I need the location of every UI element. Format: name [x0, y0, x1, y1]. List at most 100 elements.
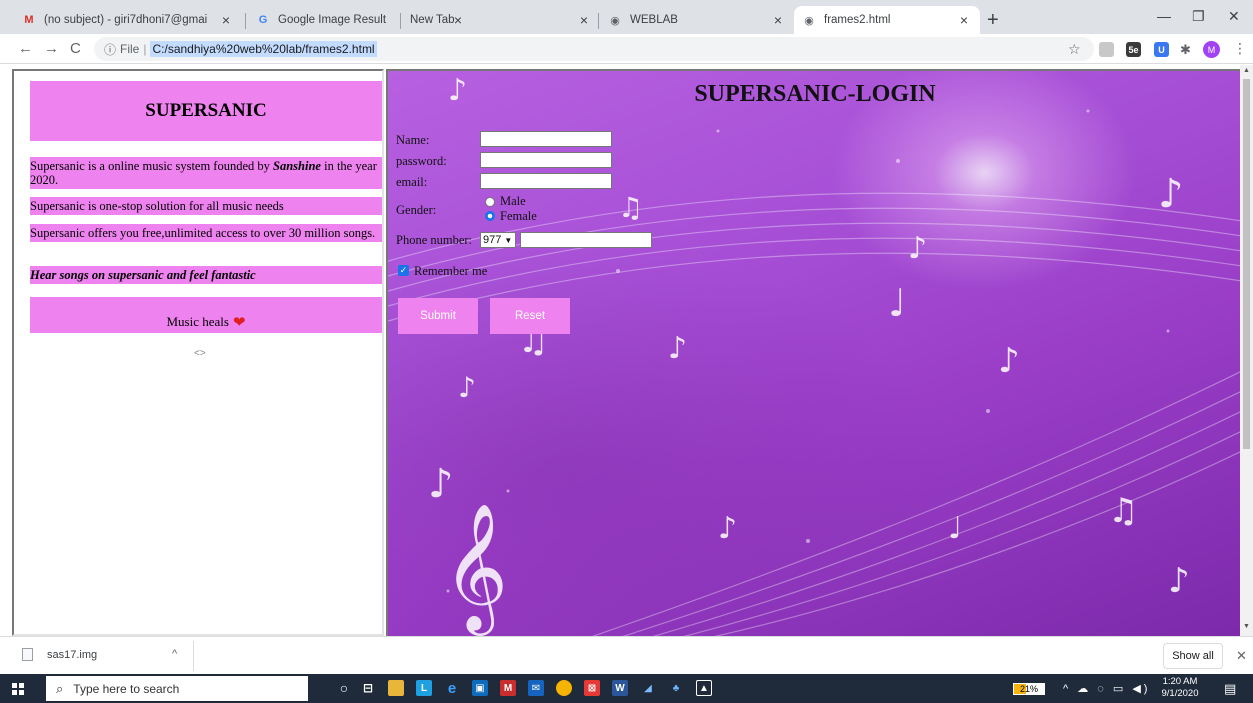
battery-indicator[interactable]: 21% [1013, 683, 1045, 695]
music-note-icon: ♫ [618, 191, 644, 224]
scroll-up-icon[interactable]: ▲ [1243, 67, 1250, 74]
file-icon [22, 648, 33, 661]
tab-separator [400, 13, 401, 29]
edge-icon[interactable]: e [444, 680, 460, 697]
globe-icon: ◉ [804, 14, 814, 27]
tab-title: New Tab [410, 14, 455, 26]
right-frame: ♪ ♫ ♪ ♪ ♫ ♪ ♪ ♪ ♩ ♪ 𝄞 ♪ ♫ ♩ ♪ SUPERSANIC… [386, 69, 1240, 636]
close-window-icon[interactable]: ✕ [1228, 8, 1240, 25]
mcafee-icon[interactable]: M [500, 680, 516, 696]
download-separator [193, 641, 194, 671]
tab-weblab[interactable]: ◉ WEBLAB × [600, 6, 794, 34]
tab-strip: M (no subject) - giri7dhoni7@gmai × G Go… [0, 0, 1253, 34]
music-note-icon: ♪ [908, 231, 928, 266]
left-frame: SUPERSANIC Supersanic is a online music … [12, 69, 384, 636]
music-note-icon: ♩ [888, 281, 906, 325]
info-icon[interactable]: ⓘ [104, 41, 116, 58]
female-label: Female [500, 209, 537, 223]
show-all-button[interactable]: Show all [1163, 643, 1223, 669]
system-tray-icons[interactable]: ^ ☁ ◌ ▭ ◀) [1063, 682, 1150, 695]
download-bar: sas17.img ^ Show all ✕ [0, 636, 1253, 674]
close-icon[interactable]: ✕ [1236, 648, 1247, 664]
puzzle-icon[interactable]: ✱ [1178, 42, 1193, 57]
close-icon[interactable]: × [576, 12, 592, 28]
extension-icon[interactable]: 5e [1126, 42, 1141, 57]
remember-checkbox[interactable]: ✓ [398, 265, 409, 276]
tab-gmail[interactable]: M (no subject) - giri7dhoni7@gmai × [14, 6, 242, 34]
tab-new-tab[interactable]: New Tab × [402, 6, 600, 34]
download-item[interactable]: sas17.img [22, 648, 97, 661]
music-note-icon: ♪ [668, 331, 688, 366]
new-tab-button[interactable]: + [987, 9, 999, 32]
gender-label: Gender: [396, 203, 437, 217]
address-bar[interactable]: ⓘ File | C:/sandhiya%20web%20lab/frames2… [94, 37, 1094, 61]
country-code-select[interactable]: 977 ▼ [480, 232, 516, 248]
submit-button[interactable]: Submit [398, 298, 478, 334]
music-heals-text: Music heals [166, 314, 229, 329]
close-icon[interactable]: × [770, 12, 786, 28]
country-code-value: 977 [483, 234, 502, 246]
profile-avatar[interactable]: M [1203, 41, 1220, 58]
clock[interactable]: 1:20 AM 9/1/2020 [1160, 676, 1200, 700]
phone-input[interactable] [520, 232, 652, 248]
female-radio[interactable] [485, 211, 495, 221]
photos-icon[interactable]: ▲ [696, 680, 712, 696]
name-input[interactable] [480, 131, 612, 147]
email-input[interactable] [480, 173, 612, 189]
page-viewport: SUPERSANIC Supersanic is a online music … [0, 65, 1253, 636]
task-view-icon[interactable]: ⊟ [360, 680, 376, 696]
extension-icon[interactable]: U [1154, 42, 1169, 57]
password-input[interactable] [480, 152, 612, 168]
browser-toolbar: ← → C ⓘ File | C:/sandhiya%20web%20lab/f… [0, 34, 1253, 64]
founder-name: Sanshine [273, 159, 321, 173]
tab-separator [598, 13, 599, 29]
windows-start-icon[interactable] [12, 683, 24, 695]
extension-icon[interactable] [1099, 42, 1114, 57]
word-icon[interactable]: W [612, 680, 628, 696]
chevron-up-icon[interactable]: ^ [172, 648, 177, 660]
file-explorer-icon[interactable] [388, 680, 404, 696]
reload-icon[interactable]: C [70, 40, 81, 57]
url-divider: | [143, 42, 147, 56]
url-scheme: File [120, 42, 140, 56]
close-icon[interactable]: × [218, 12, 234, 28]
scroll-down-icon[interactable]: ▼ [1243, 623, 1250, 630]
tab-frames2[interactable]: ◉ frames2.html × [794, 6, 980, 34]
menu-icon[interactable]: ⋮ [1233, 40, 1247, 57]
music-note-icon: ♩ [948, 511, 963, 546]
male-label: Male [500, 194, 526, 208]
treble-clef-icon: 𝄞 [443, 502, 509, 630]
app-icon[interactable]: L [416, 680, 432, 696]
back-icon[interactable]: ← [18, 40, 33, 57]
tab-title: WEBLAB [630, 14, 678, 26]
people-icon[interactable]: ♣ [668, 680, 684, 696]
notification-icon[interactable]: ▤ [1224, 681, 1236, 697]
store-icon[interactable]: ▣ [472, 680, 488, 696]
music-note-icon: ♪ [718, 511, 738, 546]
male-radio[interactable] [485, 197, 495, 207]
clock-date: 9/1/2020 [1161, 688, 1199, 699]
mail-icon[interactable]: ✉ [528, 680, 544, 696]
cortana-icon[interactable]: ○ [336, 680, 352, 696]
minimize-icon[interactable]: — [1157, 8, 1171, 24]
name-label: Name: [396, 133, 430, 147]
taskbar-search[interactable]: ⌕ Type here to search [46, 676, 308, 701]
close-icon[interactable]: × [956, 12, 972, 28]
url-text[interactable]: C:/sandhiya%20web%20lab/frames2.html [150, 41, 377, 57]
reset-button[interactable]: Reset [490, 298, 570, 334]
scrollbar-thumb[interactable] [1243, 79, 1250, 449]
remember-label: Remember me [414, 264, 488, 278]
marquee-text: <> [194, 348, 206, 359]
page-scrollbar[interactable]: ▲ ▼ [1240, 65, 1253, 636]
globe-icon: ◉ [610, 14, 620, 27]
chrome-icon[interactable] [556, 680, 572, 696]
phone-label: Phone number: [396, 233, 473, 247]
restore-icon[interactable]: ❐ [1192, 8, 1205, 25]
forward-icon[interactable]: → [44, 40, 59, 57]
download-filename: sas17.img [47, 648, 98, 661]
app-icon[interactable]: ⊠ [584, 680, 600, 696]
app-icon[interactable]: ◢ [640, 680, 656, 696]
left-frame-title: SUPERSANIC [30, 81, 382, 141]
windows-taskbar: ⌕ Type here to search ○ ⊟ L e ▣ M ✉ ⊠ W … [0, 674, 1253, 703]
bookmark-star-icon[interactable]: ☆ [1068, 41, 1081, 58]
